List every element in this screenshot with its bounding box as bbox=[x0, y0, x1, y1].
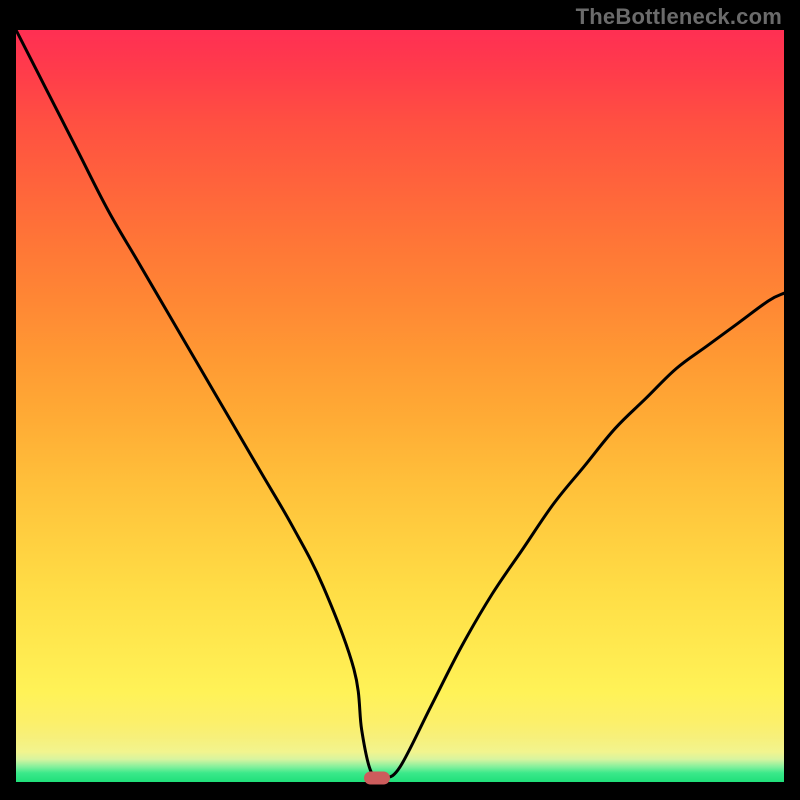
optimum-marker bbox=[364, 772, 390, 785]
bottleneck-curve bbox=[16, 30, 784, 782]
plot-area bbox=[16, 30, 784, 782]
chart-frame: TheBottleneck.com bbox=[0, 0, 800, 800]
watermark-text: TheBottleneck.com bbox=[576, 4, 782, 30]
